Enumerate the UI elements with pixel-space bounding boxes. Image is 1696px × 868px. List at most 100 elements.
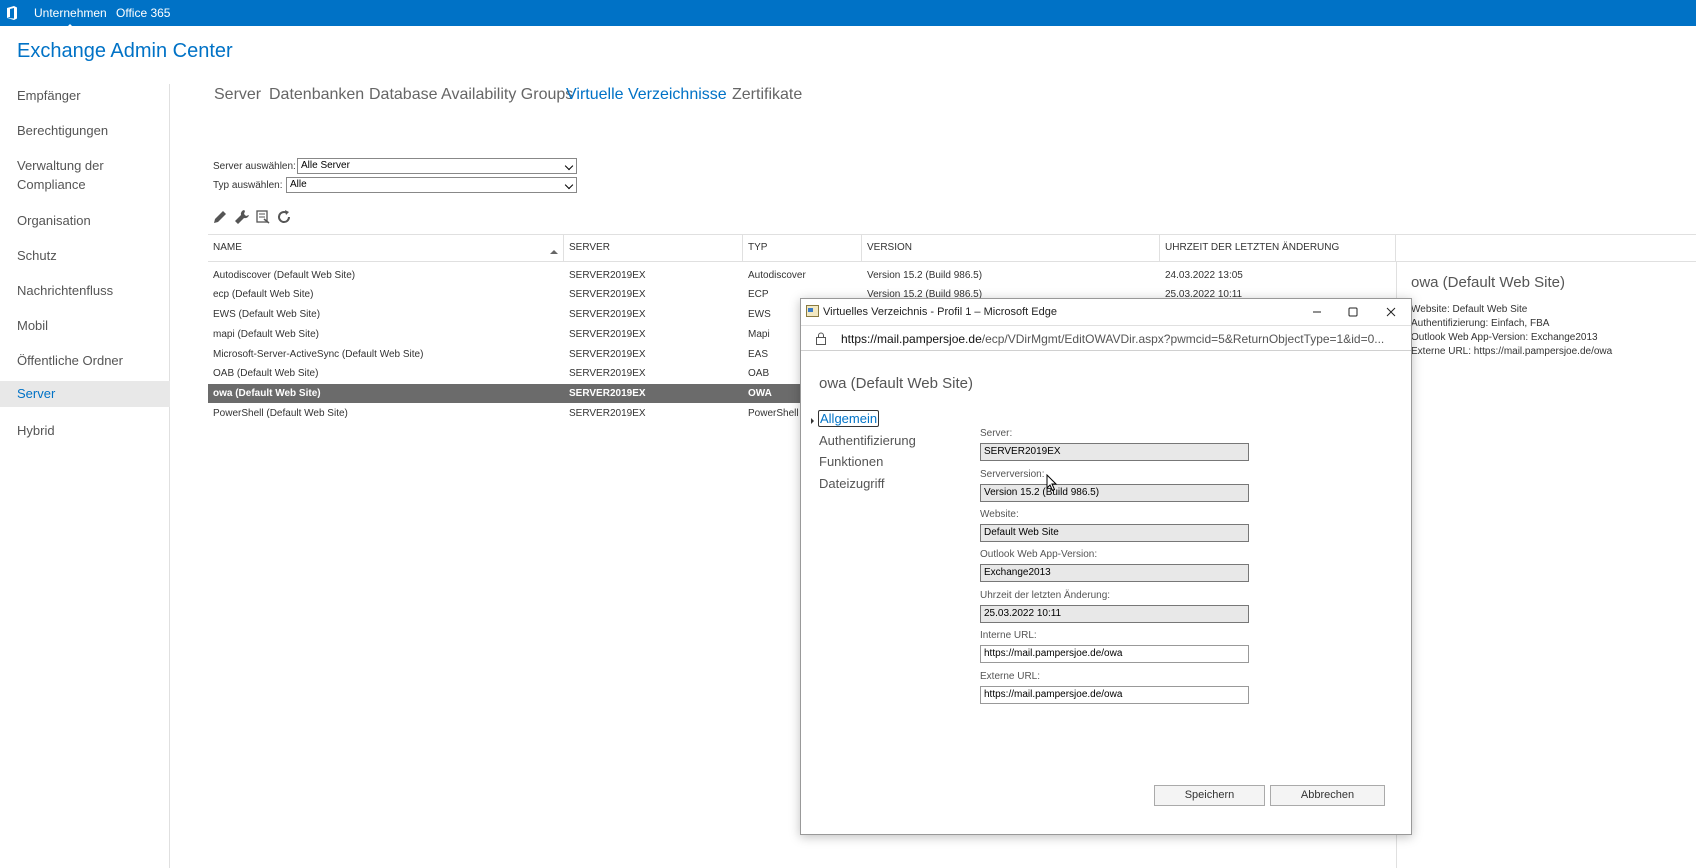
wrench-icon[interactable] bbox=[234, 209, 250, 225]
nav-item-server[interactable]: Server bbox=[0, 381, 170, 407]
dialog-nav-authentifizierung[interactable]: Authentifizierung bbox=[819, 433, 916, 448]
type-select-label: Typ auswählen: bbox=[213, 180, 283, 191]
nav-item-compliance[interactable]: Verwaltung der Compliance bbox=[0, 156, 170, 194]
reset-icon[interactable] bbox=[255, 209, 271, 225]
cancel-button[interactable]: Abbrechen bbox=[1270, 785, 1385, 806]
nav-item-compliance-line1: Verwaltung der bbox=[17, 158, 104, 173]
column-header-typ[interactable]: TYP bbox=[743, 235, 862, 261]
column-header-name[interactable]: NAME bbox=[208, 235, 564, 261]
dialog-nav-allgemein[interactable]: Allgemein bbox=[818, 410, 880, 427]
cell-uhrzeit: 24.03.2022 13:05 bbox=[1165, 270, 1243, 281]
maximize-icon[interactable] bbox=[1343, 303, 1363, 321]
column-header-version[interactable]: VERSION bbox=[862, 235, 1160, 261]
nav-item-oeffentliche-ordner[interactable]: Öffentliche Ordner bbox=[0, 351, 170, 370]
nav-item-compliance-line2: Compliance bbox=[17, 177, 86, 192]
cell-name: Autodiscover (Default Web Site) bbox=[213, 270, 356, 281]
mouse-cursor-icon bbox=[1046, 474, 1058, 492]
owa-version-field-label: Outlook Web App-Version: bbox=[980, 549, 1098, 560]
cell-server: SERVER2019EX bbox=[569, 309, 646, 320]
office-logo-icon[interactable] bbox=[6, 6, 18, 20]
url-host: https://mail.pampersjoe.de bbox=[841, 332, 982, 346]
topbar-tab-unternehmen[interactable]: Unternehmen bbox=[34, 6, 107, 28]
cell-name: PowerShell (Default Web Site) bbox=[213, 408, 348, 419]
serverversion-field-label: Serverversion: bbox=[980, 469, 1045, 480]
lock-icon bbox=[816, 332, 826, 345]
details-website: Website: Default Web Site bbox=[1411, 304, 1528, 315]
server-field-label: Server: bbox=[980, 428, 1013, 439]
cell-typ: EWS bbox=[748, 309, 771, 320]
dialog-window-title: Virtuelles Verzeichnis - Profil 1 – Micr… bbox=[823, 306, 1057, 318]
dialog-url: https://mail.pampersjoe.de/ecp/VDirMgmt/… bbox=[841, 332, 1406, 346]
tab-zertifikate[interactable]: Zertifikate bbox=[732, 86, 802, 104]
details-owa-version: Outlook Web App-Version: Exchange2013 bbox=[1411, 332, 1598, 343]
column-header-name-label: NAME bbox=[213, 242, 242, 253]
cell-server: SERVER2019EX bbox=[569, 329, 646, 340]
dialog-heading: owa (Default Web Site) bbox=[819, 375, 973, 392]
cell-server: SERVER2019EX bbox=[569, 270, 646, 281]
details-pane: owa (Default Web Site) Website: Default … bbox=[1396, 262, 1696, 868]
nav-item-mobil[interactable]: Mobil bbox=[0, 316, 170, 335]
table-row[interactable]: Autodiscover (Default Web Site) SERVER20… bbox=[208, 266, 1396, 285]
cell-version: Version 15.2 (Build 986.5) bbox=[867, 270, 983, 281]
tab-datenbanken[interactable]: Datenbanken bbox=[269, 86, 364, 104]
tab-server[interactable]: Server bbox=[214, 86, 261, 104]
internal-url-input[interactable]: https://mail.pampersjoe.de/owa bbox=[980, 645, 1249, 663]
edit-icon[interactable] bbox=[212, 209, 228, 225]
close-icon[interactable] bbox=[1381, 303, 1401, 321]
cell-typ: PowerShell bbox=[748, 408, 799, 419]
sort-ascending-icon bbox=[550, 246, 558, 254]
internal-url-field-label: Interne URL: bbox=[980, 630, 1037, 641]
details-title: owa (Default Web Site) bbox=[1411, 274, 1565, 291]
dialog-address-bar[interactable]: https://mail.pampersjoe.de/ecp/VDirMgmt/… bbox=[801, 325, 1411, 351]
cell-name: Microsoft-Server-ActiveSync (Default Web… bbox=[213, 349, 424, 360]
tab-virtuelle-verzeichnisse[interactable]: Virtuelle Verzeichnisse bbox=[566, 86, 727, 104]
nav-item-empfaenger[interactable]: Empfänger bbox=[0, 86, 170, 105]
edit-virtual-directory-dialog: Virtuelles Verzeichnis - Profil 1 – Micr… bbox=[800, 298, 1412, 835]
cell-server: SERVER2019EX bbox=[569, 289, 646, 300]
chevron-down-icon bbox=[564, 180, 574, 190]
cell-server: SERVER2019EX bbox=[569, 408, 646, 419]
external-url-field-label: Externe URL: bbox=[980, 671, 1041, 682]
cell-server: SERVER2019EX bbox=[569, 388, 646, 399]
cell-name: ecp (Default Web Site) bbox=[213, 289, 314, 300]
nav-item-berechtigungen[interactable]: Berechtigungen bbox=[0, 121, 170, 140]
server-select-value: Alle Server bbox=[301, 160, 350, 171]
left-nav: Empfänger Berechtigungen Verwaltung der … bbox=[0, 84, 170, 868]
column-header-server[interactable]: SERVER bbox=[564, 235, 743, 261]
website-field: Default Web Site bbox=[980, 524, 1249, 542]
dialog-titlebar[interactable]: Virtuelles Verzeichnis - Profil 1 – Micr… bbox=[801, 299, 1411, 325]
details-authentifizierung: Authentifizierung: Einfach, FBA bbox=[1411, 318, 1550, 329]
refresh-icon[interactable] bbox=[276, 209, 292, 225]
cell-typ: Mapi bbox=[748, 329, 770, 340]
url-path: /ecp/VDirMgmt/EditOWAVDir.aspx?pwmcid=5&… bbox=[981, 332, 1385, 346]
save-button[interactable]: Speichern bbox=[1154, 785, 1265, 806]
type-select-value: Alle bbox=[290, 179, 307, 190]
column-header-uhrzeit[interactable]: UHRZEIT DER LETZTEN ÄNDERUNG bbox=[1160, 235, 1396, 261]
last-modified-field-label: Uhrzeit der letzten Änderung: bbox=[980, 590, 1111, 601]
cell-name: mapi (Default Web Site) bbox=[213, 329, 319, 340]
external-url-input[interactable]: https://mail.pampersjoe.de/owa bbox=[980, 686, 1249, 704]
nav-item-nachrichtenfluss[interactable]: Nachrichtenfluss bbox=[0, 281, 170, 300]
caret-right-icon bbox=[811, 418, 817, 424]
dialog-nav-funktionen[interactable]: Funktionen bbox=[819, 454, 883, 469]
cell-name: OAB (Default Web Site) bbox=[213, 368, 319, 379]
window-page-icon bbox=[806, 305, 819, 317]
cell-typ: Autodiscover bbox=[748, 270, 806, 281]
nav-item-hybrid[interactable]: Hybrid bbox=[0, 421, 170, 440]
tab-database-availability-groups[interactable]: Database Availability Groups bbox=[369, 86, 573, 104]
cell-typ: EAS bbox=[748, 349, 769, 360]
table-header: NAME SERVER TYP VERSION UHRZEIT DER LETZ… bbox=[208, 234, 1696, 262]
cell-server: SERVER2019EX bbox=[569, 349, 646, 360]
cell-server: SERVER2019EX bbox=[569, 368, 646, 379]
last-modified-field: 25.03.2022 10:11 bbox=[980, 605, 1249, 623]
minimize-icon[interactable] bbox=[1307, 303, 1327, 321]
type-select[interactable]: Alle bbox=[286, 177, 577, 193]
server-select[interactable]: Alle Server bbox=[297, 158, 577, 174]
dialog-nav-dateizugriff[interactable]: Dateizugriff bbox=[819, 476, 885, 491]
serverversion-field: Version 15.2 (Build 986.5) bbox=[980, 484, 1249, 502]
topbar-tab-office365[interactable]: Office 365 bbox=[116, 6, 170, 20]
nav-item-schutz[interactable]: Schutz bbox=[0, 246, 170, 265]
cell-typ: OAB bbox=[748, 368, 770, 379]
server-select-label: Server auswählen: bbox=[213, 161, 296, 172]
nav-item-organisation[interactable]: Organisation bbox=[0, 211, 170, 230]
